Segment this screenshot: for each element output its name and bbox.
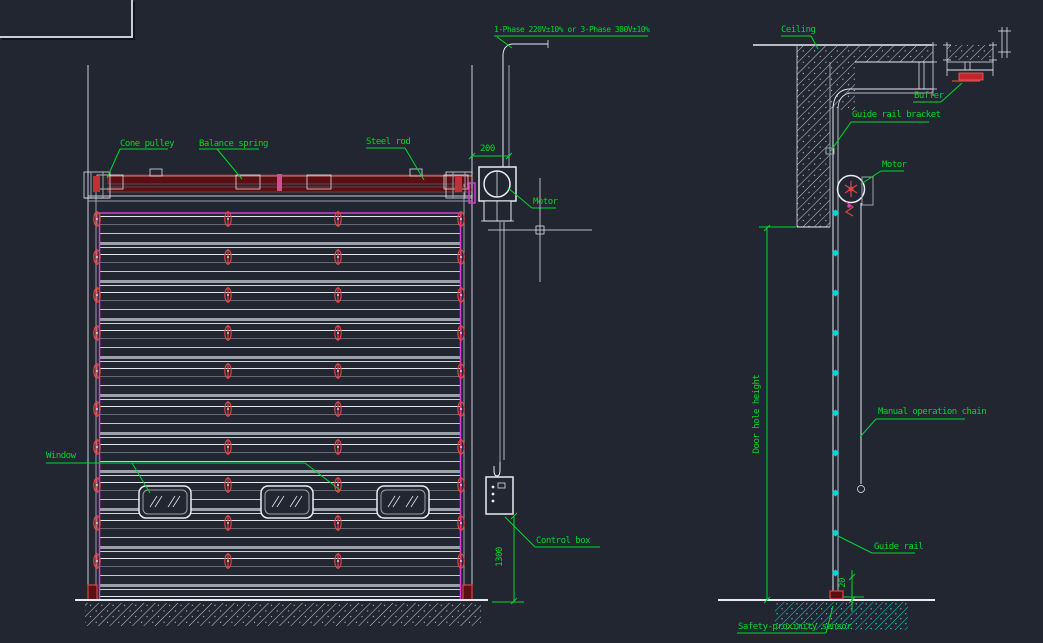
door-window xyxy=(261,486,313,518)
front-view-leaders xyxy=(46,36,648,604)
ceiling-structure xyxy=(753,42,937,227)
label-guide-rail: Guide rail xyxy=(874,542,923,552)
label-safety-proximity-sensor: Safety-proximity sensor xyxy=(738,622,851,632)
label-window: Window xyxy=(46,451,76,461)
label-cone-pulley: Cone pulley xyxy=(120,139,174,149)
dim-200-text: 200 xyxy=(480,144,495,154)
control-box xyxy=(486,477,513,514)
power-supply-note: 1-Phase 220V±10% or 3-Phase 380V±10% xyxy=(494,25,649,35)
label-buffer: Buffer xyxy=(914,91,944,101)
cad-viewport[interactable]: 1-Phase 220V±10% or 3-Phase 380V±10% Con… xyxy=(0,0,1043,643)
motor-front xyxy=(479,167,516,221)
shaft-coupler xyxy=(277,174,282,191)
dim-door-hole-height-line xyxy=(759,225,796,603)
control-cable xyxy=(494,222,504,476)
dim-door-hole-height-text: Door hole height xyxy=(752,359,762,469)
label-balance-spring: Balance spring xyxy=(199,139,268,149)
door-window xyxy=(377,486,429,518)
dim-20-text: 20 xyxy=(838,570,848,596)
manual-chain xyxy=(858,203,865,493)
bottom-fixtures xyxy=(88,585,472,600)
label-steel-rod: Steel rod xyxy=(366,137,410,147)
side-view-leaders xyxy=(737,36,965,633)
buffer-block xyxy=(959,73,983,80)
torsion-shaft-assembly xyxy=(84,169,475,203)
label-motor-front: Motor xyxy=(533,197,558,207)
motor-side xyxy=(838,176,874,217)
label-manual-operation-chain: Manual operation chain xyxy=(878,407,986,417)
buffer-detail xyxy=(943,27,1011,81)
label-guide-rail-bracket: Guide rail bracket xyxy=(852,110,941,120)
label-control-box: Control box xyxy=(536,536,590,546)
label-motor-side: Motor xyxy=(882,160,907,170)
power-cable xyxy=(503,40,548,168)
dim-1300-text: 1300 xyxy=(495,535,505,579)
windows xyxy=(139,486,429,518)
floor-front xyxy=(75,600,488,626)
door-window xyxy=(139,486,191,518)
label-ceiling: Ceiling xyxy=(781,25,815,35)
